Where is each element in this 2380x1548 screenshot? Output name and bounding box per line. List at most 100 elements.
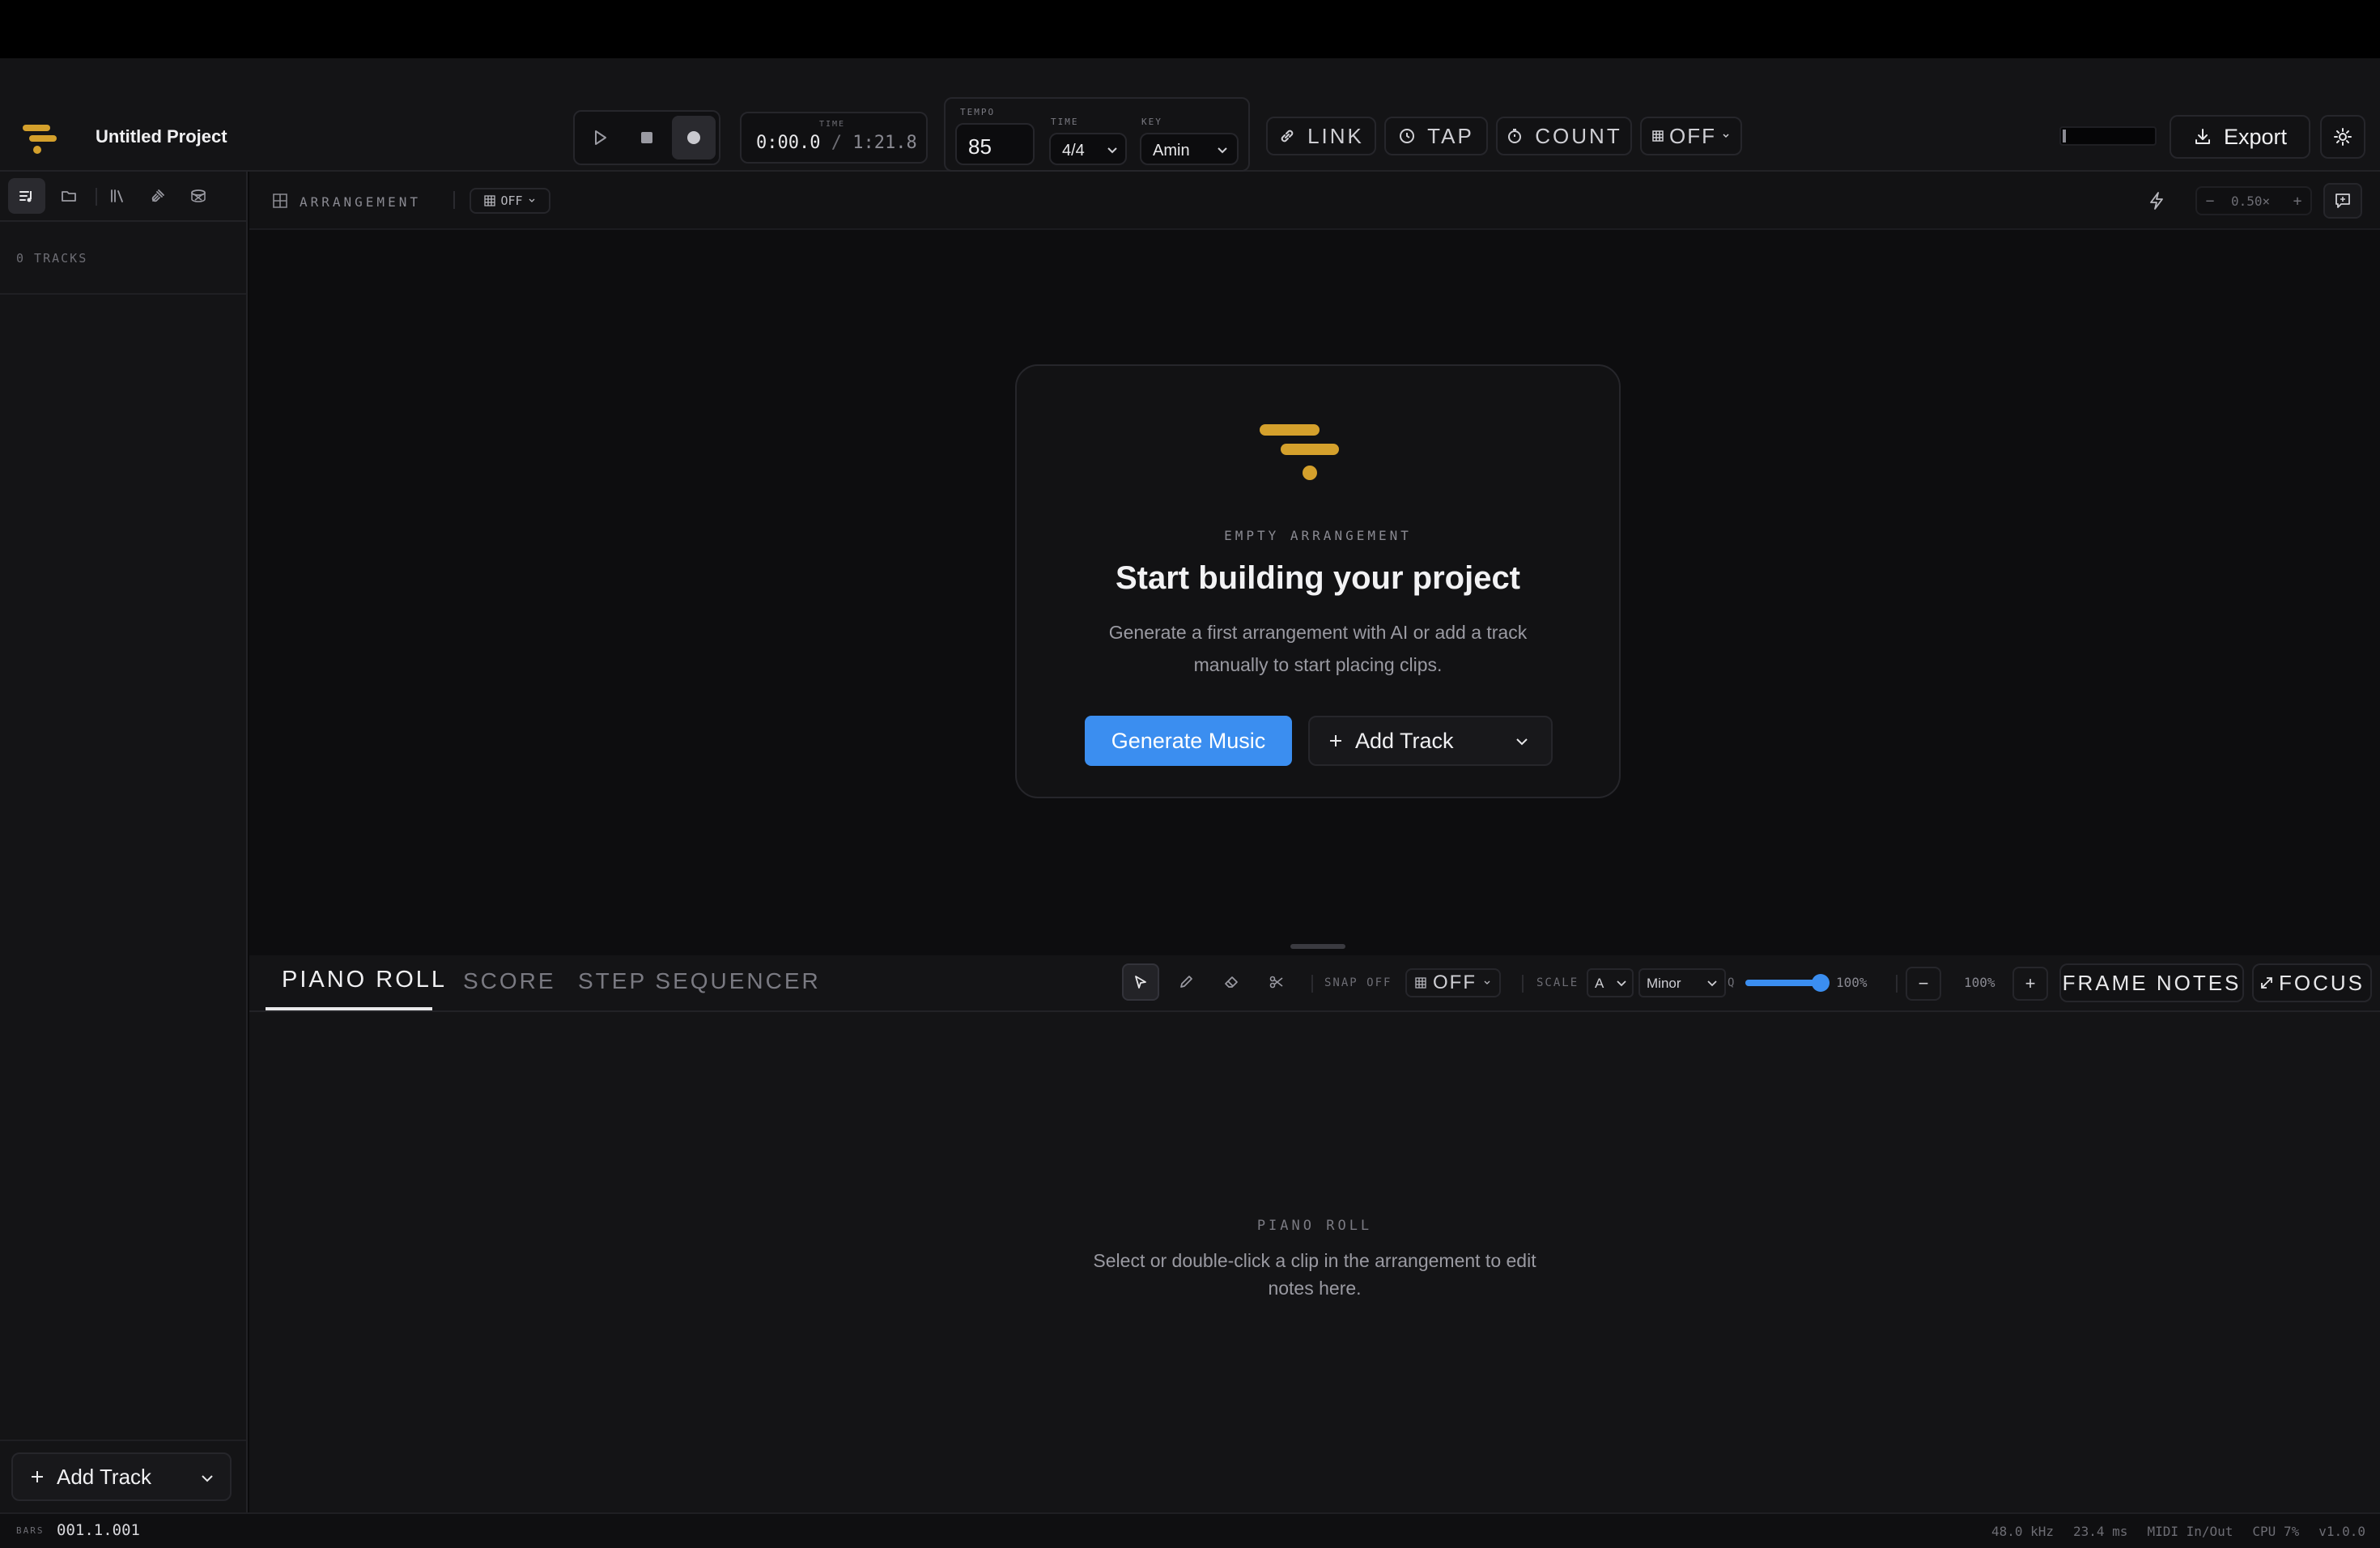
position-readout: 001.1.001 — [57, 1521, 140, 1539]
chevron-down-icon — [1216, 144, 1229, 157]
zoom-value: 0.50× — [2231, 194, 2271, 209]
sidebar-tab-library[interactable] — [99, 178, 136, 214]
grid-icon — [1415, 977, 1426, 989]
scale-root-select[interactable]: A — [1587, 968, 1634, 997]
piano-roll-eyebrow: PIANO ROLL — [1256, 1218, 1373, 1234]
plugin-icon — [149, 187, 167, 205]
export-button[interactable]: Export — [2170, 115, 2310, 159]
snap-label: SNAP OFF — [1324, 976, 1392, 989]
zoom-out-button[interactable]: − — [2199, 189, 2221, 212]
pencil-tool-button[interactable] — [1167, 963, 1205, 1001]
scissors-icon — [1269, 974, 1285, 990]
plus-icon — [1328, 733, 1344, 749]
folder-icon — [60, 187, 78, 205]
sidebar-tab-drums[interactable] — [180, 178, 217, 214]
pointer-tool-button[interactable] — [1122, 963, 1159, 1001]
quantize-slider-fill — [1745, 980, 1821, 986]
scale-mode-select[interactable]: Minor — [1638, 968, 1726, 997]
time-signature-select[interactable]: 4/4 — [1049, 133, 1127, 165]
play-button[interactable] — [578, 116, 622, 159]
plus-icon — [29, 1469, 45, 1485]
grid-icon — [272, 193, 288, 209]
empty-eyebrow: EMPTY ARRANGEMENT — [1224, 528, 1412, 543]
tab-step-sequencer[interactable]: STEP SEQUENCER — [578, 968, 821, 994]
generate-music-label: Generate Music — [1111, 728, 1266, 753]
tempo-value: 85 — [968, 134, 992, 159]
piano-roll-empty-line1: Select or double-click a clip in the arr… — [1093, 1250, 1536, 1271]
eraser-icon — [1223, 974, 1239, 990]
editor-zoom-out-button[interactable]: − — [1906, 967, 1941, 1001]
status-bar: BARS 001.1.001 48.0 kHz 23.4 ms MIDI In/… — [0, 1512, 2380, 1548]
sidebar-tab-plugins[interactable] — [139, 178, 176, 214]
time-label: TIME — [819, 120, 846, 129]
settings-button[interactable] — [2320, 115, 2365, 159]
chevron-down-icon — [1514, 734, 1530, 750]
export-label: Export — [2223, 124, 2288, 149]
sidebar-tabs — [0, 172, 248, 222]
time-separator: / — [831, 133, 842, 153]
stop-icon — [639, 130, 655, 146]
add-track-label: Add Track — [1355, 728, 1454, 753]
tab-piano-roll[interactable]: PIANO ROLL — [282, 967, 447, 993]
comments-button[interactable] — [2323, 183, 2362, 219]
expand-icon — [2259, 976, 2274, 990]
quantize-action-button[interactable] — [2140, 186, 2173, 215]
time-current: 0:00.0 — [756, 133, 821, 153]
link-button[interactable]: LINK — [1266, 117, 1376, 155]
empty-title: Start building your project — [1115, 560, 1521, 596]
eraser-tool-button[interactable] — [1213, 963, 1250, 1001]
sidebar-add-track-button[interactable]: Add Track — [11, 1452, 232, 1501]
key-label: KEY — [1141, 117, 1162, 127]
project-title[interactable]: Untitled Project — [96, 123, 227, 151]
sidebar-tab-divider — [96, 188, 97, 206]
stop-button[interactable] — [625, 116, 669, 159]
tempo-input[interactable]: 85 — [955, 123, 1035, 165]
tap-tempo-button[interactable]: TAP — [1384, 117, 1488, 155]
quantize-slider[interactable] — [1745, 974, 1830, 992]
quantize-slider-thumb[interactable] — [1812, 974, 1830, 992]
key-select[interactable]: Amin — [1140, 133, 1239, 165]
focus-button[interactable]: FOCUS — [2252, 963, 2372, 1002]
arrangement-snap-select[interactable]: OFF — [470, 188, 550, 214]
arrangement-toolbar: ARRANGEMENT OFF − 0.50× + — [249, 172, 2380, 230]
toolbar-divider — [1311, 975, 1313, 993]
quantize-value: 100% — [1836, 975, 1868, 990]
chevron-down-icon — [1706, 978, 1718, 989]
frame-notes-button[interactable]: FRAME NOTES — [2059, 963, 2244, 1002]
add-track-label: Add Track — [57, 1464, 152, 1489]
chevron-down-icon — [1721, 131, 1731, 141]
link-icon — [1278, 127, 1296, 145]
metronome-select[interactable]: OFF — [1640, 117, 1742, 155]
tab-score[interactable]: SCORE — [463, 968, 556, 994]
empty-body-line2: manually to start placing clips. — [1193, 654, 1443, 675]
quantize-label: Q — [1728, 976, 1735, 989]
chevron-down-icon — [199, 1470, 215, 1486]
metronome-value: OFF — [1669, 123, 1716, 148]
panel-resize-handle[interactable] — [1290, 944, 1345, 949]
frame-notes-label: FRAME NOTES — [2062, 970, 2242, 995]
scissors-tool-button[interactable] — [1258, 963, 1295, 1001]
editor-snap-select[interactable]: OFF — [1405, 968, 1501, 997]
signature-value: 4/4 — [1062, 142, 1085, 159]
record-button[interactable] — [672, 116, 716, 159]
sidebar-tab-files[interactable] — [50, 178, 87, 214]
sidebar-tab-tracks[interactable] — [8, 178, 45, 214]
time-total: 1:21.8 — [852, 133, 917, 153]
editor-zoom-in-button[interactable]: + — [2012, 967, 2048, 1001]
midi-status: MIDI In/Out — [2147, 1524, 2233, 1539]
piano-roll-empty-line2: notes here. — [1268, 1278, 1362, 1299]
toolbar-divider — [1522, 975, 1524, 993]
empty-arrangement-card: EMPTY ARRANGEMENT Start building your pr… — [1015, 364, 1621, 798]
app-version: v1.0.0 — [2318, 1524, 2365, 1539]
zoom-control: − 0.50× + — [2195, 186, 2312, 215]
lightning-icon — [2148, 191, 2165, 211]
count-in-button[interactable]: COUNT — [1496, 117, 1632, 155]
play-icon — [590, 128, 610, 147]
window-top-bar — [0, 0, 2380, 58]
add-track-button[interactable]: Add Track — [1308, 716, 1553, 766]
grid-icon — [484, 195, 496, 206]
generate-music-button[interactable]: Generate Music — [1085, 716, 1292, 766]
record-icon — [685, 129, 703, 147]
zoom-in-button[interactable]: + — [2286, 189, 2309, 212]
arrangement-panel: ARRANGEMENT OFF − 0.50× + EMPTY ARRANGEM… — [249, 172, 2380, 955]
